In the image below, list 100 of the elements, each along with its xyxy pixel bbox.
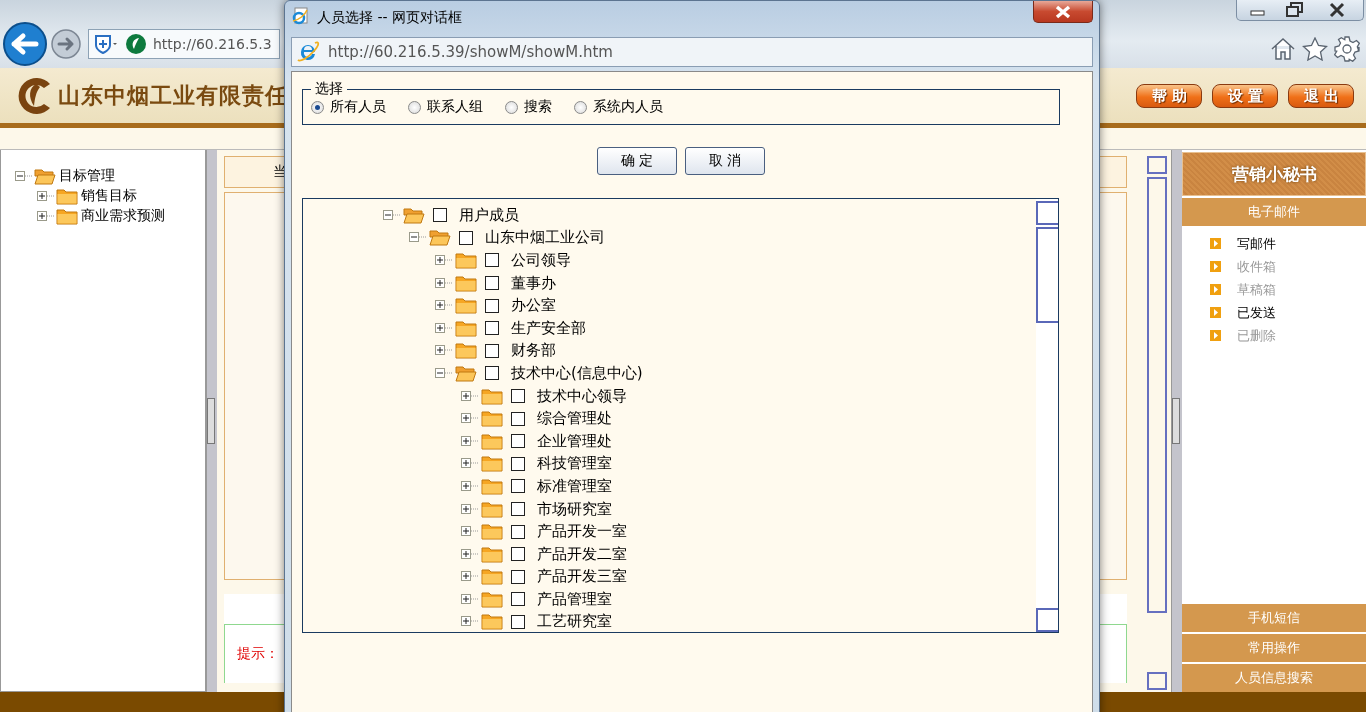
- tree-node[interactable]: 商业需求预测: [81, 207, 165, 225]
- plus-icon[interactable]: [435, 345, 453, 357]
- folder-icon: [455, 297, 477, 315]
- radio-option[interactable]: 搜索: [505, 98, 552, 116]
- folder-icon: [481, 613, 503, 631]
- scroll-down-button[interactable]: [1147, 672, 1167, 690]
- tree-node[interactable]: 企业管理处: [537, 431, 612, 451]
- radio-option[interactable]: 系统内人员: [574, 98, 663, 116]
- settings-icon[interactable]: [1334, 36, 1360, 62]
- back-button[interactable]: [2, 21, 48, 67]
- radio-icon[interactable]: [408, 100, 421, 114]
- folder-icon: [56, 187, 78, 205]
- checkbox[interactable]: [511, 389, 525, 404]
- checkbox[interactable]: [511, 502, 525, 516]
- plus-icon[interactable]: [461, 480, 479, 492]
- tree-node[interactable]: 产品开发一室: [537, 522, 627, 542]
- plus-icon[interactable]: [435, 277, 453, 289]
- radio-icon[interactable]: [505, 100, 518, 114]
- dialog-button[interactable]: 取 消: [685, 147, 765, 175]
- checkbox[interactable]: [485, 298, 499, 313]
- plus-icon[interactable]: [37, 210, 55, 222]
- plus-icon[interactable]: [461, 503, 479, 515]
- hint-label: 提示：: [237, 645, 279, 663]
- minus-icon[interactable]: [383, 209, 401, 221]
- folder-icon: [455, 252, 477, 269]
- plus-icon[interactable]: [461, 616, 479, 628]
- plus-icon[interactable]: [435, 322, 453, 334]
- radio-option[interactable]: 联系人组: [408, 98, 483, 116]
- tree-node[interactable]: 董事办: [511, 273, 556, 293]
- plus-icon[interactable]: [461, 571, 479, 583]
- tree-node[interactable]: 标准管理室: [537, 476, 612, 496]
- checkbox[interactable]: [511, 615, 525, 629]
- tree-node[interactable]: 科技管理室: [537, 454, 612, 474]
- close-button[interactable]: [1033, 1, 1093, 23]
- checkbox[interactable]: [485, 343, 499, 358]
- tree-node[interactable]: 工艺研究室: [537, 612, 612, 632]
- checkbox[interactable]: [511, 569, 525, 584]
- tree-node[interactable]: 用户成员: [459, 205, 519, 225]
- plus-icon[interactable]: [461, 458, 479, 470]
- minus-icon[interactable]: [409, 232, 427, 244]
- tree-node[interactable]: 产品开发二室: [537, 544, 627, 564]
- address-text: http://60.216.5.39/showM/showM.htm: [328, 43, 613, 61]
- plus-icon[interactable]: [435, 300, 453, 312]
- plus-icon[interactable]: [435, 255, 453, 266]
- checkbox[interactable]: [511, 434, 525, 449]
- tree-node[interactable]: 公司领导: [511, 251, 571, 270]
- tree-node[interactable]: 市场研究室: [537, 499, 612, 519]
- checkbox[interactable]: [485, 253, 499, 268]
- plus-icon[interactable]: [461, 548, 479, 560]
- checkbox[interactable]: [511, 479, 525, 494]
- checkbox[interactable]: [511, 592, 525, 607]
- menu-item[interactable]: 写邮件: [1237, 234, 1276, 253]
- star-icon[interactable]: [1302, 37, 1328, 61]
- radio-option[interactable]: 所有人员: [311, 98, 386, 116]
- tree-node[interactable]: 综合管理处: [537, 409, 612, 429]
- scroll-thumb[interactable]: [1036, 227, 1058, 323]
- tree-node[interactable]: 目标管理: [59, 167, 115, 185]
- plus-icon[interactable]: [461, 526, 479, 538]
- tree-node[interactable]: 财务部: [511, 341, 556, 361]
- checkbox[interactable]: [511, 456, 525, 471]
- tree-node[interactable]: 技术中心(信息中心): [511, 363, 643, 383]
- leaf-logo-icon: [125, 33, 147, 55]
- splitter-handle[interactable]: [1172, 398, 1180, 444]
- tree-node[interactable]: 山东中烟工业公司: [485, 228, 605, 248]
- folder-icon: [481, 410, 503, 428]
- menu-item[interactable]: 已发送: [1237, 303, 1276, 322]
- checkbox[interactable]: [485, 276, 499, 291]
- checkbox[interactable]: [511, 411, 525, 426]
- scroll-up-button[interactable]: [1147, 156, 1167, 174]
- tree-node[interactable]: 产品管理室: [537, 589, 612, 609]
- checkbox[interactable]: [511, 547, 525, 562]
- plus-icon[interactable]: [461, 390, 479, 402]
- address-field[interactable]: http://60.216.5.3: [88, 29, 280, 59]
- scroll-down-button[interactable]: [1036, 608, 1058, 632]
- checkbox[interactable]: [511, 524, 525, 539]
- tree-node[interactable]: 产品开发三室: [537, 567, 627, 587]
- checkbox[interactable]: [485, 321, 499, 336]
- radio-icon[interactable]: [311, 100, 324, 114]
- tree-node[interactable]: 办公室: [511, 296, 556, 316]
- radio-icon[interactable]: [574, 100, 587, 114]
- tree-node[interactable]: 生产安全部: [511, 318, 586, 338]
- tree-node[interactable]: 技术中心领导: [537, 386, 627, 406]
- plus-icon[interactable]: [461, 593, 479, 605]
- dialog-button[interactable]: 确 定: [597, 147, 677, 175]
- scroll-up-button[interactable]: [1036, 201, 1058, 225]
- folder-icon: [481, 387, 503, 405]
- plus-icon[interactable]: [461, 435, 479, 447]
- plus-icon[interactable]: [37, 190, 55, 202]
- forward-button[interactable]: [50, 28, 82, 60]
- folder-icon: [481, 455, 503, 473]
- checkbox[interactable]: [485, 366, 499, 381]
- splitter-handle[interactable]: [207, 398, 215, 444]
- minus-icon[interactable]: [15, 170, 33, 182]
- shield-icon: [93, 33, 119, 55]
- checkbox[interactable]: [433, 208, 447, 223]
- minus-icon[interactable]: [435, 367, 453, 379]
- plus-icon[interactable]: [461, 413, 479, 425]
- tree-node[interactable]: 销售目标: [81, 187, 137, 205]
- home-icon[interactable]: [1270, 37, 1296, 61]
- checkbox[interactable]: [459, 230, 473, 245]
